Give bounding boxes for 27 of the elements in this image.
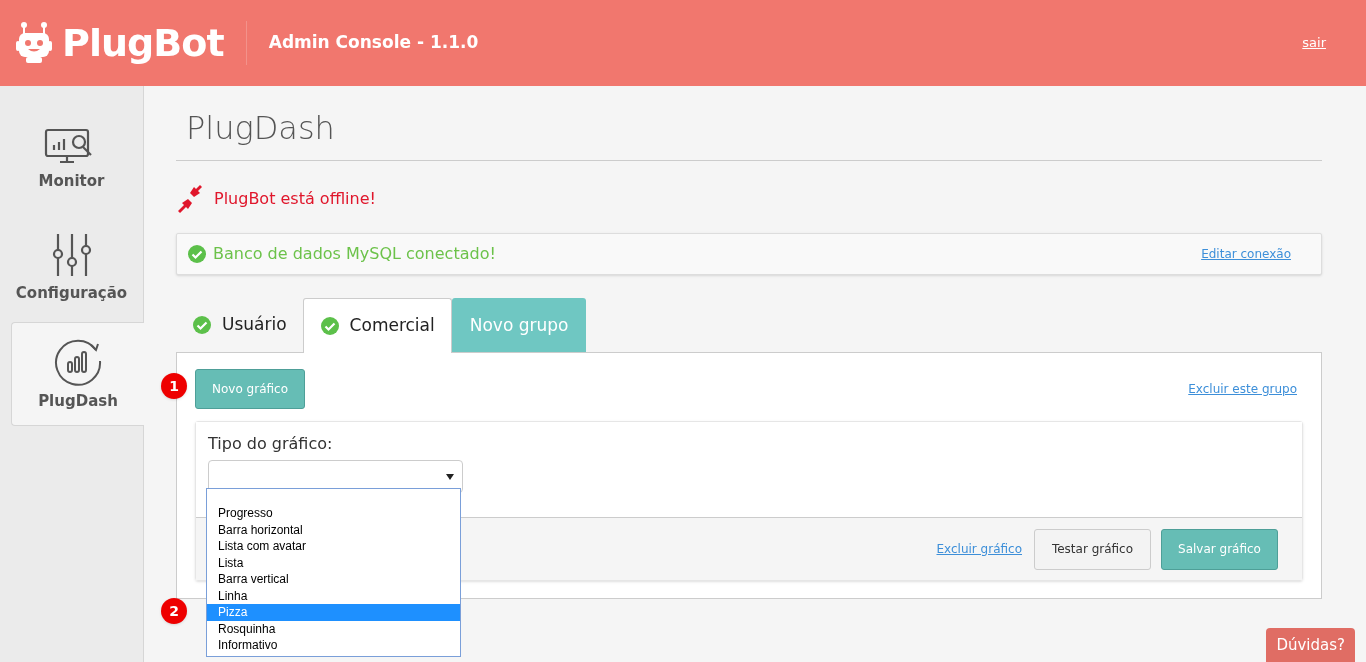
dropdown-option[interactable]: Progresso [207, 505, 460, 522]
robot-logo-icon [16, 21, 52, 65]
dropdown-option[interactable]: Linha [207, 587, 460, 604]
page-title: PlugDash [176, 86, 1322, 161]
sidebar-item[interactable]: Monitor [0, 106, 143, 214]
group-tab[interactable]: Comercial [302, 298, 452, 353]
chart-type-label: Tipo do gráfico: [208, 433, 334, 455]
dropdown-caret-icon [446, 473, 454, 480]
dropdown-option[interactable]: Informativo [207, 637, 460, 654]
check-circle-icon [187, 244, 207, 264]
group-tab[interactable]: Usuário [176, 297, 303, 352]
dropdown-option[interactable]: Barra horizontal [207, 521, 460, 538]
app-subtitle: Admin Console - 1.1.0 [268, 31, 479, 55]
dropdown-option[interactable]: Lista [207, 554, 460, 571]
sidebar-item[interactable]: Configuração [0, 214, 143, 322]
delete-group-link[interactable]: Excluir este grupo [1188, 380, 1297, 398]
dropdown-option[interactable]: Barra vertical [207, 571, 460, 588]
db-status-text: Banco de dados MySQL conectado! [213, 243, 496, 265]
sidebar-item[interactable]: PlugDash [11, 322, 144, 426]
bot-status-text: PlugBot está offline! [214, 188, 376, 210]
dropdown-option[interactable]: Lista com avatar [207, 538, 460, 555]
step-marker: 2 [161, 598, 187, 624]
step-marker: 1 [161, 373, 187, 399]
unplugged-icon [176, 185, 204, 213]
logo-text: PlugBot [62, 19, 224, 67]
dropdown-option[interactable]: Rosquinha [207, 620, 460, 637]
test-chart-button[interactable]: Testar gráfico [1034, 528, 1151, 570]
